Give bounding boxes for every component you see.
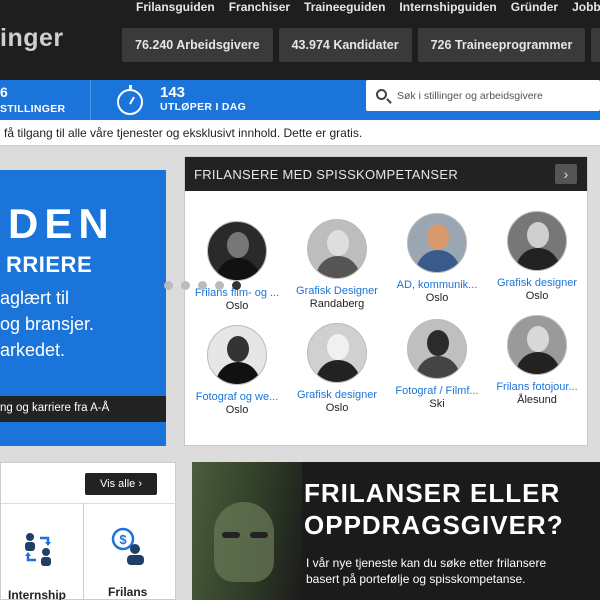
freelancer-city: Oslo [225,300,249,312]
hero-text-line: aglært til [0,288,70,308]
freelancer-card[interactable]: Grafisk Designer Randaberg [287,219,387,310]
expiring-label[interactable]: UTLØPER I DAG [160,101,246,113]
nav-franchiser[interactable]: Franchiser [229,0,290,18]
avatar[interactable] [207,221,267,281]
freelancer-title[interactable]: Fotograf og we... [187,391,287,403]
promo-image [192,462,302,600]
nav-frilansguiden[interactable]: Frilansguiden [136,0,215,18]
freelancer-title[interactable]: Fotograf / Filmf... [387,385,487,397]
svg-text:$: $ [119,532,127,547]
hero-footer-text: ng og karriere fra A-Å [0,402,110,414]
divider [1,503,177,504]
hero-text-line: og bransjer. [0,314,95,334]
site-logo[interactable]: inger [0,24,64,53]
promo-heading: OPPDRAGSGIVER? [304,510,564,540]
freelancer-title[interactable]: Grafisk designer [287,389,387,401]
avatar[interactable] [507,315,567,375]
carousel-dot-active[interactable] [232,281,241,290]
stat-candidates[interactable]: 43.974 Kandidater [278,28,412,62]
nav-traineeguiden[interactable]: Traineeguiden [304,0,385,18]
divider [90,80,91,120]
carousel-pagination [164,281,241,290]
expiring-count[interactable]: 143 [160,84,185,101]
freelancer-card[interactable]: Grafisk designer Oslo [287,323,387,414]
avatar[interactable] [407,213,467,273]
freelancer-card[interactable]: Fotograf og we... Oslo [187,325,287,416]
panel-header: FRILANSERE MED SPISSKOMPETANSER › [185,157,587,191]
stat-trainee-programs[interactable]: 726 Traineeprogrammer [417,28,586,62]
internship-label[interactable]: Internship [8,588,66,600]
freelancer-card[interactable]: Frilans fotojour... Ålesund [487,315,587,406]
promo-text: I vår nye tjeneste kan du søke etter fri… [306,556,547,570]
promo-banner[interactable]: FRILANSER ELLER OPPDRAGSGIVER? I vår nye… [192,462,600,600]
freelancer-city: Oslo [325,402,349,414]
carousel-dot[interactable] [181,281,190,290]
hero-footer[interactable]: ng og karriere fra A-Å [0,396,166,422]
show-all-label: Vis alle [100,478,136,490]
frilans-label[interactable]: Frilans [108,585,147,599]
money-person-icon[interactable]: $ [110,527,146,565]
top-navigation: Frilansguiden Franchiser Traineeguiden I… [136,0,600,18]
freelancer-title[interactable]: Grafisk Designer [287,285,387,297]
freelancer-card[interactable]: Grafisk designer Oslo [487,211,587,302]
people-swap-icon[interactable] [20,530,56,566]
carousel-dot[interactable] [198,281,207,290]
info-text: få tilgang til alle våre tjenester og ek… [4,126,363,140]
nav-grunder[interactable]: Gründer [511,0,558,18]
stat-employers[interactable]: 76.240 Arbeidsgivere [122,28,273,62]
nav-internshipguiden[interactable]: Internshipguiden [399,0,496,18]
avatar[interactable] [307,323,367,383]
hero-heading: DEN [8,200,115,247]
carousel-dot[interactable] [215,281,224,290]
stat-extra[interactable]: 2 [591,28,600,62]
freelancers-panel: FRILANSERE MED SPISSKOMPETANSER › Frilan… [184,156,588,446]
carousel-dot[interactable] [164,281,173,290]
freelancer-city: Oslo [225,404,249,416]
top-header: inger Frilansguiden Franchiser Traineegu… [0,0,600,80]
nav-jobb-i-utlandet[interactable]: Jobb i utl [572,0,600,18]
jobs-label[interactable]: STILLINGER [0,103,65,115]
freelancer-city: Ski [429,398,445,410]
search-box [366,80,600,111]
jobs-count[interactable]: 6 [0,84,8,100]
freelancer-title[interactable]: AD, kommunik... [387,279,487,291]
avatar[interactable] [207,325,267,385]
promo-heading: FRILANSER ELLER [304,478,561,508]
divider [83,503,84,600]
avatar[interactable] [407,319,467,379]
hero-banner[interactable]: DEN RRIERE aglært til og bransjer. arked… [0,170,166,446]
freelancer-card[interactable]: Frilans film- og ... Oslo [187,221,287,312]
stats-row: 76.240 Arbeidsgivere 43.974 Kandidater 7… [122,28,600,62]
search-icon [376,89,387,100]
hero-text-line: arkedet. [0,340,66,360]
freelancer-city: Oslo [425,292,449,304]
stopwatch-icon [117,85,143,115]
panel-title: FRILANSERE MED SPISSKOMPETANSER [194,167,459,182]
freelancer-city: Ålesund [517,394,557,406]
info-strip: få tilgang til alle våre tjenester og ek… [0,120,600,146]
search-input[interactable] [397,80,597,111]
freelancer-title[interactable]: Grafisk designer [487,277,587,289]
freelancer-title[interactable]: Frilans fotojour... [487,381,587,393]
chevron-right-icon[interactable]: › [555,164,577,184]
promo-text: basert på portefølje og spisskompetanse. [306,572,526,586]
freelancer-city: Randaberg [309,298,365,310]
freelancer-card[interactable]: Fotograf / Filmf... Ski [387,319,487,410]
show-all-button[interactable]: Vis alle › [85,473,157,495]
freelancer-city: Oslo [525,290,549,302]
freelancer-card[interactable]: AD, kommunik... Oslo [387,213,487,304]
avatar[interactable] [507,211,567,271]
hero-subheading: RRIERE [6,252,93,277]
avatar[interactable] [307,219,367,279]
